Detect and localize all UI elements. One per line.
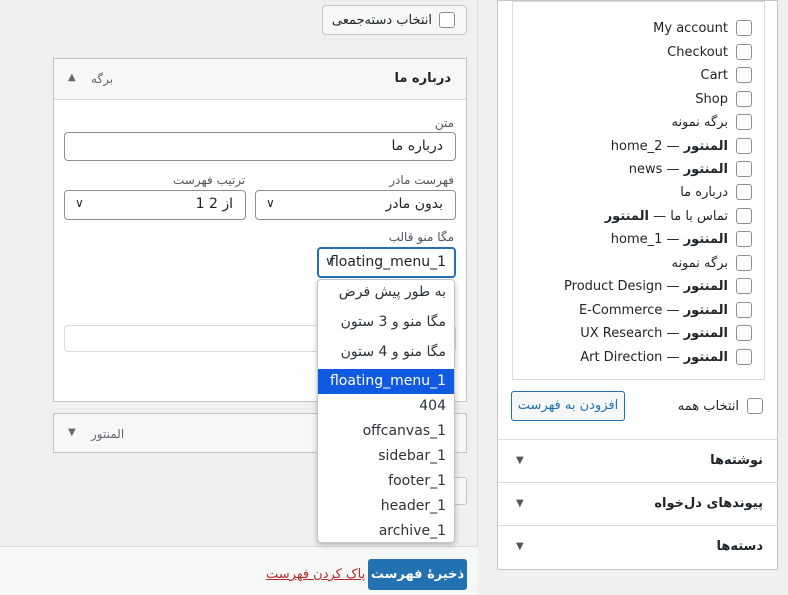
save-menu-button[interactable]: ذخیرهٔ فهرست bbox=[368, 559, 467, 590]
add-items-panel: My account Checkout Cart Shop برگه نمونه… bbox=[497, 0, 778, 570]
bulk-select-toggle[interactable]: انتخاب دسته‌جمعی bbox=[322, 5, 467, 35]
chevron-down-icon: ▼ bbox=[516, 541, 524, 552]
mega-menu-dropdown: به طور پیش فرض مگا منو و 3 ستون مگا منو … bbox=[317, 279, 455, 543]
dropdown-option[interactable]: sidebar_1 bbox=[318, 444, 454, 469]
chevron-down-icon: ▼ bbox=[516, 455, 524, 466]
menu-footer: ذخیرهٔ فهرست پاک کردن فهرست bbox=[0, 546, 478, 595]
page-checkbox[interactable] bbox=[736, 302, 752, 318]
dropdown-option[interactable]: مگا منو و 3 ستون bbox=[318, 310, 454, 335]
page-label: برگه نمونه bbox=[671, 115, 728, 130]
page-checkbox[interactable] bbox=[736, 67, 752, 83]
bulk-select-label: انتخاب دسته‌جمعی bbox=[331, 13, 432, 28]
select-all-label: انتخاب همه bbox=[677, 399, 739, 414]
expand-arrow-icon[interactable]: ▼ bbox=[68, 427, 76, 438]
chevron-down-icon: ∨ bbox=[266, 196, 275, 210]
accordion-posts[interactable]: نوشته‌ها ▼ bbox=[498, 439, 777, 482]
page-checkbox[interactable] bbox=[736, 278, 752, 294]
chevron-down-icon: ∨ bbox=[325, 254, 334, 268]
accordion-categories[interactable]: دسته‌ها ▼ bbox=[498, 525, 777, 568]
page-label: My account bbox=[653, 21, 728, 36]
page-label: news — المنتور bbox=[628, 162, 728, 177]
nav-label-label: متن bbox=[434, 116, 454, 130]
delete-menu-link[interactable]: پاک کردن فهرست bbox=[266, 567, 365, 582]
parent-menu-value: بدون مادر bbox=[385, 196, 444, 212]
parent-menu-label: فهرست مادر bbox=[389, 173, 454, 187]
page-label: Shop bbox=[695, 92, 728, 107]
parent-menu-select[interactable]: بدون مادر ∨ bbox=[255, 190, 456, 220]
page-label: home_2 — المنتور bbox=[610, 139, 728, 154]
page-checkbox[interactable] bbox=[736, 20, 752, 36]
select-all-checkbox[interactable] bbox=[747, 398, 763, 414]
page-checkbox[interactable] bbox=[736, 325, 752, 341]
dropdown-option[interactable]: footer_1 bbox=[318, 469, 454, 494]
mega-menu-value: floating_menu_1 bbox=[329, 254, 446, 270]
page-checkbox[interactable] bbox=[736, 208, 752, 224]
page-checkbox[interactable] bbox=[736, 44, 752, 60]
page-checkbox[interactable] bbox=[736, 161, 752, 177]
page-checkbox[interactable] bbox=[736, 184, 752, 200]
dropdown-option[interactable]: مگا منو و 4 ستون bbox=[318, 340, 454, 365]
mega-menu-select[interactable]: floating_menu_1 ∨ bbox=[317, 247, 456, 278]
page-label: برگه نمونه bbox=[671, 256, 728, 271]
chevron-down-icon: ▼ bbox=[516, 498, 524, 509]
page-checkbox[interactable] bbox=[736, 349, 752, 365]
dropdown-option-selected[interactable]: floating_menu_1 bbox=[318, 369, 454, 394]
dropdown-option[interactable]: به طور پیش فرض bbox=[318, 280, 454, 305]
page-checkbox[interactable] bbox=[736, 231, 752, 247]
menu-item-header[interactable]: درباره ما برگه ▲ bbox=[54, 59, 466, 100]
page-label: تماس با ما — المنتور bbox=[604, 209, 728, 224]
accordion-title: نوشته‌ها bbox=[710, 453, 763, 468]
page-label: UX Research — المنتور bbox=[580, 326, 728, 341]
page-label: home_1 — المنتور bbox=[610, 232, 728, 247]
page-label: Cart bbox=[700, 68, 729, 83]
accordion-title: پیوندهای دل‌خواه bbox=[654, 496, 763, 511]
pages-checklist: My account Checkout Cart Shop برگه نمونه… bbox=[512, 1, 765, 380]
nav-label-input[interactable]: درباره ما bbox=[64, 132, 456, 161]
menu-item-title: درباره ما bbox=[394, 71, 451, 86]
page-checkbox[interactable] bbox=[736, 138, 752, 154]
chevron-down-icon: ∨ bbox=[75, 196, 84, 210]
accordion-title: دسته‌ها bbox=[716, 539, 763, 554]
menu-order-value: 1 از 2 bbox=[195, 196, 233, 212]
page-label: E-Commerce — المنتور bbox=[578, 303, 728, 318]
dropdown-option[interactable]: archive_1 bbox=[318, 519, 454, 542]
page-checkbox[interactable] bbox=[736, 114, 752, 130]
menu-item-type: برگه bbox=[91, 72, 114, 86]
dropdown-option[interactable]: 404 bbox=[318, 394, 454, 419]
menu-order-label: ترتیب فهرست bbox=[173, 173, 246, 187]
page-checkbox[interactable] bbox=[736, 91, 752, 107]
menu-order-select[interactable]: 1 از 2 ∨ bbox=[64, 190, 246, 220]
page-label: Product Design — المنتور bbox=[564, 279, 728, 294]
dropdown-option[interactable]: offcanvas_1 bbox=[318, 419, 454, 444]
collapse-arrow-icon[interactable]: ▲ bbox=[68, 72, 76, 83]
dropdown-option[interactable]: header_1 bbox=[318, 494, 454, 519]
mega-menu-label: مگا منو قالب bbox=[388, 230, 454, 244]
page-label: Checkout bbox=[667, 45, 728, 60]
select-all[interactable]: انتخاب همه bbox=[678, 398, 763, 416]
accordion-custom-links[interactable]: پیوندهای دل‌خواه ▼ bbox=[498, 482, 777, 525]
page-label: Art Direction — المنتور bbox=[580, 350, 728, 365]
bulk-select-checkbox[interactable] bbox=[439, 12, 455, 28]
menu-item-type: المنتور bbox=[91, 427, 125, 441]
page-label: درباره ما bbox=[680, 185, 728, 200]
page-checkbox[interactable] bbox=[736, 255, 752, 271]
nav-label-value: درباره ما bbox=[391, 138, 443, 154]
add-to-menu-button[interactable]: افزودن به فهرست bbox=[511, 391, 625, 421]
